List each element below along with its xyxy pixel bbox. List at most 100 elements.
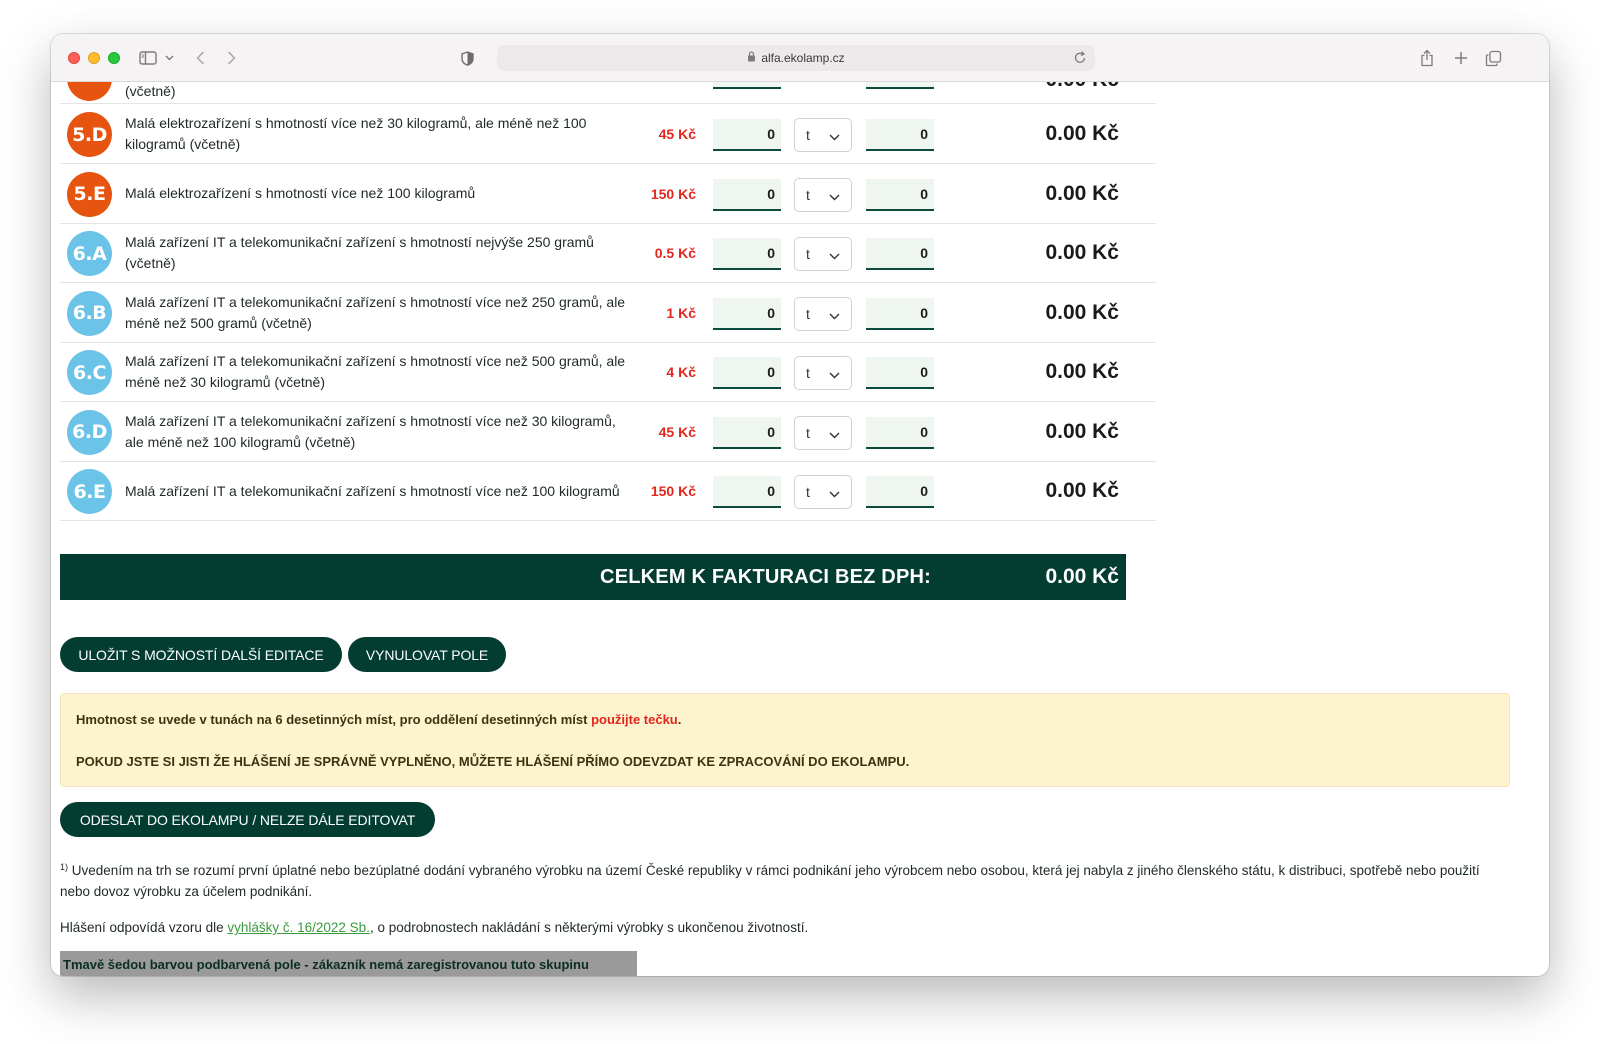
chevron-down-icon: [829, 426, 840, 442]
row-total: 0.00 Kč: [1045, 479, 1119, 502]
unit-select[interactable]: t: [794, 475, 852, 509]
unit-select[interactable]: t: [794, 356, 852, 390]
unit-price: 150 Kč: [650, 483, 696, 499]
tab-overview-icon[interactable]: [1483, 46, 1503, 70]
page-content: (včetně) 0.00 Kč 5.D Malá elektrozařízení…: [51, 82, 1549, 976]
row-total: 0.00 Kč: [1045, 419, 1119, 443]
invoice-total-label: CELKEM K FAKTURACI BEZ DPH:: [600, 565, 931, 588]
reload-icon[interactable]: [1074, 51, 1086, 67]
table-row: 5.E Malá elektrozařízení s hmotností více…: [60, 164, 1156, 224]
table-row: 6.B Malá zařízení IT a telekomunikační za…: [60, 283, 1156, 343]
unit-select[interactable]: t: [794, 177, 852, 212]
unit-price: 45 Kč: [658, 423, 696, 440]
unit-select-value: t: [806, 127, 810, 143]
footnote: 1) Uvedením na trh se rozumí první úplat…: [60, 860, 1510, 902]
gray-fields-legend: Tmavě šedou barvou podbarvená pole - zák…: [60, 951, 637, 976]
weight-input[interactable]: 0: [866, 297, 934, 330]
item-description: Malá zařízení IT a telekomunikační zaříz…: [125, 412, 616, 450]
decree-link[interactable]: vyhlášky č. 16/2022 Sb.: [227, 920, 370, 935]
item-description: Malá zařízení IT a telekomunikační zaříz…: [125, 293, 626, 331]
sidebar-toggle-icon[interactable]: [137, 46, 159, 70]
address-bar[interactable]: alfa.ekolamp.cz: [497, 45, 1095, 71]
save-with-editing-button[interactable]: ULOŽIT S MOŽNOSTÍ DALŠÍ EDITACE: [60, 637, 342, 672]
table-row: 5.D Malá elektrozařízení s hmotností více…: [60, 104, 1156, 164]
send-to-ekolamp-button[interactable]: ODESLAT DO EKOLAMPU / NELZE DÁLE EDITOVA…: [60, 802, 435, 837]
weight-input[interactable]: 0: [866, 238, 934, 270]
close-window-button[interactable]: [68, 52, 80, 64]
quantity-input[interactable]: 0: [713, 238, 781, 270]
quantity-input[interactable]: [713, 82, 781, 89]
unit-select[interactable]: t: [794, 118, 852, 152]
chevron-down-icon: [829, 247, 840, 263]
category-badge: 6.D: [67, 409, 112, 455]
item-description: Malá zařízení IT a telekomunikační zaříz…: [125, 482, 620, 499]
category-badge: 6.C: [67, 350, 112, 395]
forward-icon[interactable]: [224, 46, 238, 70]
lock-icon: [747, 51, 756, 65]
category-badge: 5.D: [67, 112, 112, 157]
browser-window: alfa.ekolamp.cz (včetně) 0.00 Kč 5.D Malá…: [51, 34, 1549, 976]
quantity-input[interactable]: 0: [713, 476, 781, 508]
zoom-window-button[interactable]: [108, 52, 120, 64]
row-total: 0.00 Kč: [1045, 181, 1119, 205]
quantity-input[interactable]: [866, 82, 934, 89]
row-total: 0.00 Kč: [1045, 360, 1119, 383]
category-badge: [67, 82, 112, 101]
category-badge: 6.A: [67, 231, 112, 276]
item-description: Malá elektrozařízení s hmotností více ne…: [125, 185, 476, 201]
row-total: 0.00 Kč: [1045, 300, 1119, 324]
chevron-down-icon: [829, 485, 840, 501]
category-badge: 6.B: [67, 290, 112, 336]
weight-input[interactable]: 0: [866, 119, 934, 151]
footnote-marker: 1): [60, 862, 69, 872]
url-text: alfa.ekolamp.cz: [761, 51, 845, 65]
back-icon[interactable]: [193, 46, 207, 70]
item-description: Malá zařízení IT a telekomunikační zaříz…: [125, 353, 626, 390]
minimize-window-button[interactable]: [88, 52, 100, 64]
unit-select-value: t: [806, 424, 810, 441]
item-description: Malá zařízení IT a telekomunikační zaříz…: [125, 234, 594, 271]
notice-highlight: použijte tečku: [591, 712, 678, 727]
unit-price: 150 Kč: [650, 185, 696, 202]
category-badge: 5.E: [67, 171, 112, 217]
quantity-input[interactable]: 0: [713, 178, 781, 211]
table-row-partial: (včetně) 0.00 Kč: [60, 82, 1156, 104]
chevron-down-icon[interactable]: [163, 46, 175, 70]
chevron-down-icon: [829, 188, 840, 204]
table-row: 6.E Malá zařízení IT a telekomunikační za…: [60, 461, 1156, 521]
chevron-down-icon: [829, 128, 840, 144]
share-icon[interactable]: [1417, 46, 1437, 70]
table-row: 6.D Malá zařízení IT a telekomunikační za…: [60, 402, 1156, 462]
info-notice: Hmotnost se uvede v tunách na 6 desetinn…: [60, 693, 1510, 787]
legal-note: Hlášení odpovídá vzoru dle vyhlášky č. 1…: [60, 920, 809, 935]
quantity-input[interactable]: 0: [713, 416, 781, 449]
row-total: 0.00 Kč: [1045, 241, 1119, 264]
unit-select-value: t: [806, 186, 810, 203]
quantity-input[interactable]: 0: [713, 297, 781, 330]
weight-input[interactable]: 0: [866, 476, 934, 508]
unit-select-value: t: [806, 365, 810, 381]
unit-price: 45 Kč: [658, 126, 696, 142]
invoice-total-bar: CELKEM K FAKTURACI BEZ DPH: 0.00 Kč: [60, 554, 1126, 600]
privacy-shield-icon[interactable]: [459, 46, 475, 70]
invoice-total-value: 0.00 Kč: [1045, 565, 1119, 588]
weight-input[interactable]: 0: [866, 178, 934, 211]
notice-weight-format: Hmotnost se uvede v tunách na 6 desetinn…: [76, 712, 682, 727]
unit-select-value: t: [806, 305, 810, 322]
unit-select[interactable]: t: [794, 415, 852, 450]
unit-select[interactable]: t: [794, 296, 852, 331]
quantity-input[interactable]: 0: [713, 119, 781, 151]
row-total: 0.00 Kč: [940, 82, 1119, 92]
weight-input[interactable]: 0: [866, 357, 934, 389]
unit-select[interactable]: t: [794, 237, 852, 271]
unit-price: 0.5 Kč: [654, 245, 696, 261]
category-badge: 6.E: [67, 469, 112, 514]
notice-submit-info: POKUD JSTE SI JISTI ŽE HLÁŠENÍ JE SPRÁVN…: [76, 754, 910, 769]
item-description: Malá elektrozařízení s hmotností více ne…: [125, 115, 587, 152]
reset-fields-button[interactable]: VYNULOVAT POLE: [348, 637, 506, 672]
weight-input[interactable]: 0: [866, 416, 934, 449]
unit-price: 1 Kč: [666, 304, 696, 321]
new-tab-icon[interactable]: [1451, 46, 1471, 70]
item-description: (včetně): [125, 83, 176, 99]
quantity-input[interactable]: 0: [713, 357, 781, 389]
